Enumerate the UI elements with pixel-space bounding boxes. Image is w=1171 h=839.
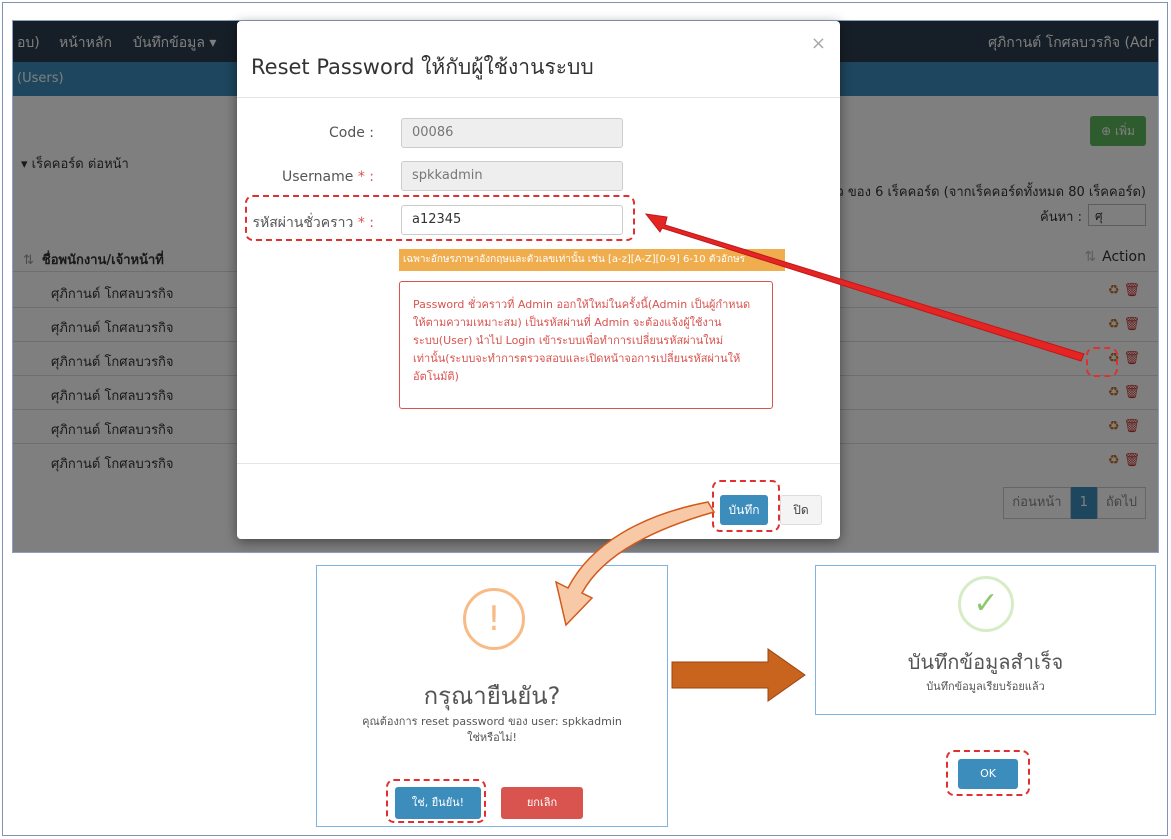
red-arrow bbox=[644, 213, 1085, 362]
right-arrow bbox=[671, 648, 806, 702]
annotation-arrows bbox=[554, 213, 1085, 702]
curved-arrow bbox=[554, 501, 716, 627]
